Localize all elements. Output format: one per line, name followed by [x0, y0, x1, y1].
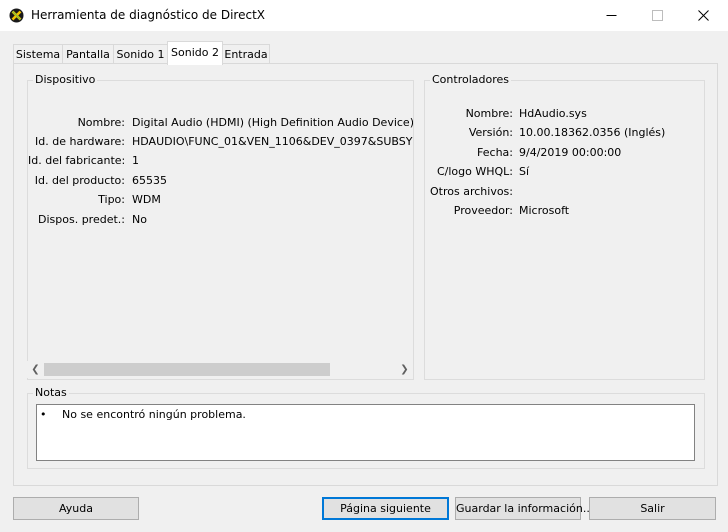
tab-sonido-1[interactable]: Sonido 1 — [113, 44, 168, 64]
notes-group-title: Notas — [33, 386, 69, 399]
row-value: 10.00.18362.0356 (Inglés) — [519, 126, 666, 139]
tab-label: Entrada — [224, 48, 268, 61]
drivers-info: Nombre: HdAudio.sys Versión: 10.00.18362… — [425, 104, 703, 224]
row-value: 9/4/2019 00:00:00 — [519, 146, 622, 159]
row-value: Sí — [519, 165, 530, 178]
window-title: Herramienta de diagnóstico de DirectX — [31, 8, 265, 22]
row-value: No — [132, 213, 147, 226]
notes-box[interactable]: • No se encontró ningún problema. — [36, 404, 695, 461]
row-value: HdAudio.sys — [519, 107, 587, 120]
row-label: Nombre: — [465, 107, 513, 120]
row-value: 65535 — [132, 174, 167, 187]
row-label: Otros archivos: — [430, 185, 513, 198]
tab-label: Pantalla — [66, 48, 110, 61]
note-text: No se encontró ningún problema. — [62, 408, 246, 421]
row-label: Versión: — [468, 126, 513, 139]
tab-pantalla[interactable]: Pantalla — [62, 44, 114, 64]
driver-row-date: Fecha: 9/4/2019 00:00:00 — [425, 144, 703, 162]
help-button[interactable]: Ayuda — [13, 497, 139, 520]
device-horizontal-scrollbar[interactable]: ❮ ❯ — [27, 361, 413, 378]
maximize-button[interactable] — [635, 0, 681, 31]
row-label: Fecha: — [477, 146, 513, 159]
next-page-button[interactable]: Página siguiente — [322, 497, 449, 520]
minimize-button[interactable] — [589, 0, 635, 31]
directx-icon — [9, 8, 24, 23]
tab-sonido-2[interactable]: Sonido 2 — [167, 41, 223, 65]
row-value: WDM — [132, 193, 161, 206]
row-label: Id. del fabricante: — [28, 154, 126, 167]
row-label: Dispos. predet.: — [38, 213, 125, 226]
row-label: Tipo: — [98, 193, 125, 206]
row-value: Microsoft — [519, 204, 570, 217]
device-row-name: Nombre: Digital Audio (HDMI) (High Defin… — [28, 114, 413, 132]
driver-row-version: Versión: 10.00.18362.0356 (Inglés) — [425, 124, 703, 142]
device-row-default: Dispos. predet.: No — [28, 211, 413, 229]
tab-label: Sonido 2 — [171, 46, 219, 59]
tab-label: Sistema — [15, 48, 61, 61]
device-row-product-id: Id. del producto: 65535 — [28, 172, 413, 190]
close-window-button[interactable] — [681, 0, 727, 31]
device-row-hardware-id: Id. de hardware: HDAUDIO\FUNC_01&VEN_110… — [28, 133, 413, 151]
row-label: Nombre: — [77, 116, 125, 129]
device-group-title: Dispositivo — [33, 73, 98, 86]
scroll-right-icon[interactable]: ❯ — [396, 361, 413, 378]
row-value: HDAUDIO\FUNC_01&VEN_1106&DEV_0397&SUBSYS… — [132, 135, 413, 148]
driver-row-provider: Proveedor: Microsoft — [425, 202, 703, 220]
device-info: Nombre: Digital Audio (HDMI) (High Defin… — [28, 112, 413, 232]
device-row-type: Tipo: WDM — [28, 191, 413, 209]
row-value: Digital Audio (HDMI) (High Definition Au… — [132, 116, 413, 129]
driver-row-whql: C/logo WHQL: Sí — [425, 163, 703, 181]
exit-button[interactable]: Salir — [589, 497, 716, 520]
tab-label: Sonido 1 — [116, 48, 165, 61]
close-icon — [698, 10, 709, 21]
tab-entrada[interactable]: Entrada — [222, 44, 270, 64]
row-label: Proveedor: — [453, 204, 513, 217]
driver-row-name: Nombre: HdAudio.sys — [425, 105, 703, 123]
maximize-icon — [652, 10, 663, 21]
row-label: Id. de hardware: — [35, 135, 125, 148]
scrollbar-thumb[interactable] — [44, 363, 330, 376]
bullet-icon: • — [40, 408, 47, 421]
row-label: Id. del producto: — [34, 174, 125, 187]
drivers-group-title: Controladores — [430, 73, 511, 86]
scroll-left-icon[interactable]: ❮ — [27, 361, 44, 378]
minimize-icon — [606, 15, 617, 16]
driver-row-other-files: Otros archivos: — [425, 183, 703, 201]
device-row-vendor-id: Id. del fabricante: 1 — [28, 152, 413, 170]
row-label: C/logo WHQL: — [436, 165, 513, 178]
row-value: 1 — [132, 154, 139, 167]
title-bar: Herramienta de diagnóstico de DirectX — [0, 0, 728, 31]
tab-sistema[interactable]: Sistema — [13, 44, 63, 64]
save-info-button[interactable]: Guardar la información... — [455, 497, 593, 520]
